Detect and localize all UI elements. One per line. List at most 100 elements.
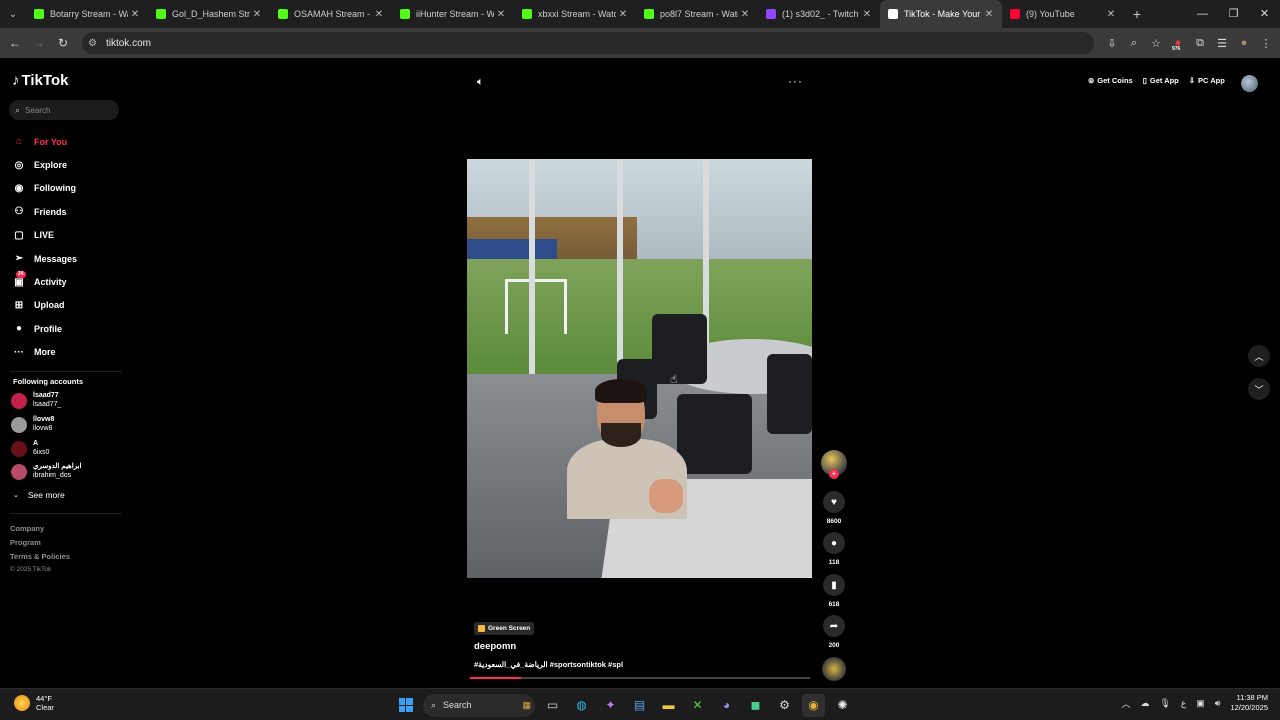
tab-close-icon[interactable]: ✕ bbox=[738, 9, 752, 20]
more-options-icon[interactable]: ··· bbox=[788, 74, 803, 88]
video-progress-bar[interactable] bbox=[470, 677, 810, 679]
following-account[interactable]: ابراهيم الدوسري ibrahim_dos bbox=[11, 463, 81, 480]
weather-widget[interactable]: 44°F Clear bbox=[14, 694, 54, 712]
new-tab-button[interactable]: + bbox=[1124, 6, 1150, 22]
video-username[interactable]: deepomn bbox=[474, 641, 516, 652]
sidebar-item-following[interactable]: ◉ Following bbox=[12, 177, 122, 200]
speaker-icon[interactable]: 🔊︎ bbox=[1215, 698, 1221, 709]
sidebar-item-activity[interactable]: ▣ Activity 24 bbox=[12, 270, 122, 293]
browser-tab[interactable]: Gol_D_Hashem Stream✕ bbox=[148, 0, 270, 28]
sidebar-item-profile[interactable]: ● Profile bbox=[12, 317, 122, 340]
sidebar-item-more[interactable]: ··· More bbox=[12, 341, 122, 364]
restore-icon[interactable]: ❐ bbox=[1218, 0, 1249, 28]
save-action[interactable]: ▮ 618 bbox=[822, 574, 846, 608]
footer-link-company[interactable]: Company bbox=[10, 524, 44, 533]
tab-close-icon[interactable]: ✕ bbox=[128, 9, 142, 20]
game-app-icon[interactable]: ◼ bbox=[744, 694, 767, 717]
previous-video-button[interactable]: ︿ bbox=[1248, 345, 1270, 367]
extension-icon[interactable]: ● 976 bbox=[1170, 37, 1186, 52]
profile-avatar-icon[interactable]: ● bbox=[1236, 37, 1252, 49]
sidebar-item-explore[interactable]: ◎ Explore bbox=[12, 153, 122, 176]
comment-action[interactable]: ● 118 bbox=[822, 532, 846, 566]
follow-plus-icon[interactable]: + bbox=[829, 469, 839, 479]
edge-icon[interactable]: ◍ bbox=[570, 694, 593, 717]
install-app-icon[interactable]: ⇩ bbox=[1104, 37, 1120, 50]
zoom-icon[interactable]: ⌕ bbox=[1126, 37, 1142, 50]
settings-gear-icon[interactable]: ✺ bbox=[831, 694, 854, 717]
tab-search-icon[interactable]: ⌄ bbox=[0, 0, 26, 28]
taskbar-search[interactable]: ⌕ Search ▦ bbox=[423, 693, 535, 717]
share-arrow-icon[interactable]: ➦ bbox=[823, 615, 845, 637]
steelseries-icon[interactable]: ⚙ bbox=[773, 694, 796, 717]
search-input[interactable]: ⌕ Search bbox=[9, 100, 119, 120]
browser-tab[interactable]: iiHunter Stream - Watch✕ bbox=[392, 0, 514, 28]
start-button[interactable] bbox=[394, 694, 417, 717]
tab-search-menu-icon[interactable]: ☰ bbox=[1214, 37, 1230, 50]
footer-link-program[interactable]: Program bbox=[10, 538, 41, 547]
sidebar-item-upload[interactable]: ⊞ Upload bbox=[12, 294, 122, 317]
store-icon[interactable]: ▤ bbox=[628, 694, 651, 717]
sidebar-item-live[interactable]: ▢ LIVE bbox=[12, 224, 122, 247]
forward-icon[interactable]: → bbox=[27, 36, 51, 50]
heart-icon[interactable]: ♥ bbox=[823, 491, 845, 513]
tab-close-icon[interactable]: ✕ bbox=[372, 9, 386, 20]
address-bar[interactable]: ⚙ tiktok.com bbox=[82, 32, 1094, 54]
tab-close-icon[interactable]: ✕ bbox=[860, 9, 874, 20]
clock[interactable]: 11:38 PM 12/20/2025 bbox=[1230, 693, 1268, 713]
browser-tab[interactable]: (9) YouTube ✕ bbox=[1002, 0, 1124, 28]
share-action[interactable]: ➦ 200 bbox=[822, 615, 846, 649]
onedrive-icon[interactable]: ☁ bbox=[1140, 698, 1149, 709]
tab-close-icon[interactable]: ✕ bbox=[1104, 9, 1118, 20]
browser-tab[interactable]: OSAMAH Stream - Watch✕ bbox=[270, 0, 392, 28]
tab-close-icon[interactable]: ✕ bbox=[494, 9, 508, 20]
chrome-icon[interactable]: ◉ bbox=[802, 693, 825, 717]
tray-overflow-icon[interactable]: ︿ bbox=[1121, 697, 1130, 710]
tiktok-logo[interactable]: ♪ TikTok bbox=[12, 72, 68, 89]
volume-icon[interactable]: 🔈︎ bbox=[477, 76, 484, 89]
following-account[interactable]: A 6ixs0 bbox=[11, 440, 49, 457]
user-avatar[interactable] bbox=[1241, 75, 1258, 92]
like-action[interactable]: ♥ 8600 bbox=[822, 491, 846, 525]
get-coins-button[interactable]: ⊚ Get Coins bbox=[1088, 76, 1133, 85]
browser-tab[interactable]: xbxxi Stream - Watch ✕ bbox=[514, 0, 636, 28]
copilot-icon[interactable]: ✦ bbox=[599, 694, 622, 717]
video-caption[interactable]: #الرياضة_في_السعودية #sportsontiktok #sp… bbox=[474, 660, 623, 669]
browser-menu-icon[interactable]: ⋮ bbox=[1258, 37, 1274, 50]
site-info-icon[interactable]: ⚙ bbox=[88, 38, 97, 49]
reload-icon[interactable]: ↻ bbox=[51, 36, 75, 50]
language-indicator[interactable]: ع bbox=[1181, 698, 1186, 709]
pc-app-button[interactable]: ⇩ PC App bbox=[1189, 76, 1225, 85]
microphone-icon[interactable]: 🎙︎ bbox=[1159, 698, 1170, 709]
discord-icon[interactable]: ◕ bbox=[715, 694, 738, 717]
tab-close-icon[interactable]: ✕ bbox=[616, 9, 630, 20]
bookmark-star-icon[interactable]: ☆ bbox=[1148, 37, 1164, 50]
browser-tab[interactable]: (1) s3d02_ - Twitch ✕ bbox=[758, 0, 880, 28]
sidebar-item-messages[interactable]: ➢ Messages bbox=[12, 247, 122, 270]
following-account[interactable]: lsaad77 lsaad77_ bbox=[11, 392, 61, 409]
comment-icon[interactable]: ● bbox=[823, 532, 845, 554]
task-view-icon[interactable]: ▭ bbox=[541, 694, 564, 717]
extensions-puzzle-icon[interactable]: ⧉ bbox=[1192, 37, 1208, 50]
close-window-icon[interactable]: ✕ bbox=[1249, 0, 1280, 28]
file-explorer-icon[interactable]: ▬ bbox=[657, 694, 680, 717]
tab-close-icon[interactable]: ✕ bbox=[250, 9, 264, 20]
effect-tag[interactable]: Green Screen bbox=[474, 622, 535, 635]
browser-tab[interactable]: po8l7 Stream - Watch✕ bbox=[636, 0, 758, 28]
following-account[interactable]: llovw8 llovw8 bbox=[11, 416, 54, 433]
sidebar-item-for-you[interactable]: ⌂ For You bbox=[12, 130, 122, 153]
get-app-button[interactable]: ▯ Get App bbox=[1143, 76, 1179, 85]
next-video-button[interactable]: ﹀ bbox=[1248, 378, 1270, 400]
browser-tab[interactable]: TikTok - Make Your Day✕ bbox=[880, 0, 1002, 28]
back-icon[interactable]: ← bbox=[3, 36, 27, 50]
video-player[interactable] bbox=[467, 159, 812, 578]
tab-close-icon[interactable]: ✕ bbox=[982, 9, 996, 20]
network-icon[interactable]: ▣ bbox=[1196, 698, 1205, 709]
music-disc-avatar[interactable] bbox=[822, 657, 846, 681]
see-more-button[interactable]: ⌄ See more bbox=[13, 490, 65, 500]
xbox-icon[interactable]: ✕ bbox=[686, 694, 709, 717]
minimize-icon[interactable]: — bbox=[1187, 0, 1218, 28]
browser-tab[interactable]: Botarry Stream - Watch✕ bbox=[26, 0, 148, 28]
footer-link-terms[interactable]: Terms & Policies bbox=[10, 552, 70, 561]
sidebar-item-friends[interactable]: ⚇ Friends bbox=[12, 200, 122, 223]
bookmark-icon[interactable]: ▮ bbox=[823, 574, 845, 596]
